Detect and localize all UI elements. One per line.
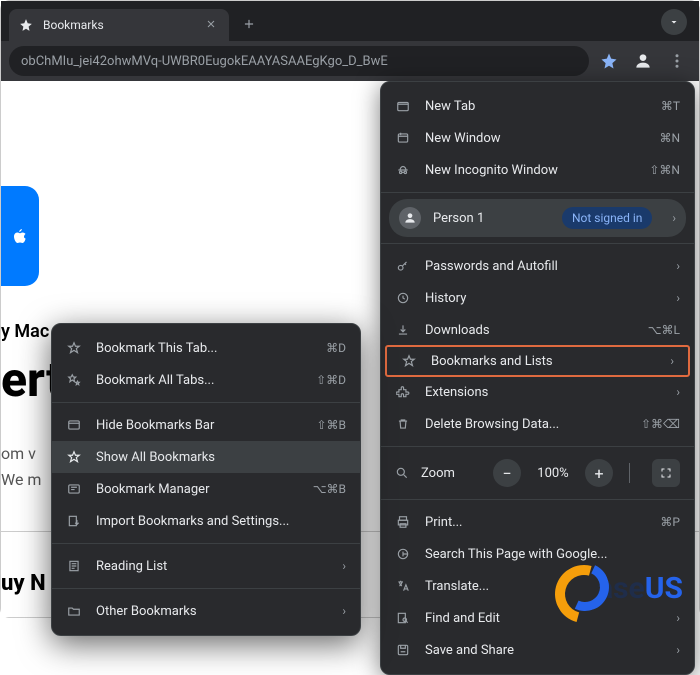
chevron-right-icon: › — [672, 211, 676, 225]
fullscreen-button[interactable] — [652, 459, 680, 487]
menu-bookmarks-lists[interactable]: Bookmarks and Lists › — [385, 345, 690, 377]
page-buy-frag: uy N — [1, 571, 46, 596]
print-icon — [395, 515, 411, 529]
zoom-value: 100% — [533, 466, 573, 481]
divider — [52, 543, 360, 544]
divider — [381, 243, 694, 244]
chevron-right-icon: › — [676, 611, 680, 625]
trash-icon — [395, 417, 411, 431]
download-icon — [395, 323, 411, 337]
zoom-row: Zoom − 100% + — [381, 453, 694, 493]
submenu-hide-bookmarks-bar[interactable]: Hide Bookmarks Bar ⇧⌘B — [52, 409, 360, 441]
find-icon — [395, 611, 411, 625]
chevron-right-icon: › — [670, 354, 674, 368]
chevron-right-icon: › — [342, 604, 346, 618]
menu-new-window[interactable]: New Window ⌘N — [381, 122, 694, 154]
puzzle-icon — [395, 385, 411, 399]
new-tab-button[interactable] — [237, 12, 261, 36]
submenu-reading-list[interactable]: Reading List › — [52, 550, 360, 582]
window-icon — [395, 131, 411, 145]
menu-downloads[interactable]: Downloads ⌥⌘L — [381, 314, 694, 346]
chevron-right-icon: › — [676, 643, 680, 657]
submenu-bookmark-this-tab[interactable]: Bookmark This Tab... ⌘D — [52, 332, 360, 364]
folder-icon — [66, 604, 82, 618]
zoom-out-button[interactable]: − — [493, 459, 521, 487]
kebab-menu-button[interactable] — [663, 47, 691, 75]
tab-strip: Bookmarks — [1, 1, 699, 41]
bookmarks-submenu: Bookmark This Tab... ⌘D Bookmark All Tab… — [51, 323, 361, 636]
page-sub-frag: om v We m — [1, 441, 41, 492]
zoom-in-button[interactable]: + — [585, 459, 613, 487]
save-icon — [395, 643, 411, 657]
chevron-right-icon: › — [676, 291, 680, 305]
easeus-swirl-icon — [555, 567, 601, 609]
bookmark-star-button[interactable] — [595, 47, 623, 75]
divider — [52, 402, 360, 403]
menu-print[interactable]: Print... ⌘P — [381, 506, 694, 538]
manager-icon — [66, 482, 82, 496]
translate-icon — [395, 579, 411, 593]
divider — [629, 463, 630, 483]
menu-incognito[interactable]: New Incognito Window ⇧⌘N — [381, 154, 694, 186]
chevron-right-icon: › — [342, 559, 346, 573]
star-plus-icon — [66, 341, 82, 355]
zoom-icon — [395, 466, 409, 480]
apple-logo-icon — [1, 186, 39, 286]
watermark-logo: aseUS — [555, 567, 683, 609]
close-tab-icon[interactable] — [205, 18, 219, 32]
bookmark-star-icon — [19, 18, 33, 32]
chevron-right-icon: › — [676, 385, 680, 399]
reading-list-icon — [66, 559, 82, 573]
import-icon — [66, 514, 82, 528]
menu-new-tab[interactable]: New Tab ⌘T — [381, 90, 694, 122]
tab-title: Bookmarks — [43, 18, 195, 32]
menu-save-share[interactable]: Save and Share › — [381, 634, 694, 666]
stars-icon — [66, 373, 82, 387]
address-bar: obChMIu_jei42ohwMVq-UWBR0EugokEAAYASAAEg… — [1, 41, 699, 81]
url-text: obChMIu_jei42ohwMVq-UWBR0EugokEAAYASAAEg… — [21, 54, 388, 69]
page-heading-frag: y Mac — [1, 321, 49, 342]
url-field[interactable]: obChMIu_jei42ohwMVq-UWBR0EugokEAAYASAAEg… — [9, 46, 589, 76]
window-expand-button[interactable] — [661, 9, 687, 35]
menu-search-page[interactable]: Search This Page with Google... — [381, 538, 694, 570]
menu-passwords[interactable]: Passwords and Autofill › — [381, 250, 694, 282]
submenu-other-bookmarks[interactable]: Other Bookmarks › — [52, 595, 360, 627]
divider — [381, 192, 694, 193]
menu-extensions[interactable]: Extensions › — [381, 376, 694, 408]
menu-delete-data[interactable]: Delete Browsing Data... ⇧⌘⌫ — [381, 408, 694, 440]
chevron-right-icon: › — [676, 259, 680, 273]
profile-button[interactable] — [629, 47, 657, 75]
signin-badge: Not signed in — [562, 207, 652, 229]
google-icon — [395, 547, 411, 561]
avatar-icon — [399, 207, 421, 229]
star-icon — [66, 450, 82, 464]
key-icon — [395, 259, 411, 273]
tab-icon — [395, 99, 411, 113]
submenu-import-bookmarks[interactable]: Import Bookmarks and Settings... — [52, 505, 360, 537]
divider — [381, 499, 694, 500]
divider — [381, 446, 694, 447]
history-icon — [395, 291, 411, 305]
browser-tab[interactable]: Bookmarks — [9, 9, 229, 41]
divider — [52, 588, 360, 589]
submenu-bookmark-manager[interactable]: Bookmark Manager ⌥⌘B — [52, 473, 360, 505]
menu-history[interactable]: History › — [381, 282, 694, 314]
submenu-show-all-bookmarks[interactable]: Show All Bookmarks — [52, 441, 360, 473]
profile-row[interactable]: Person 1 Not signed in › — [389, 199, 686, 237]
star-icon — [401, 354, 417, 368]
incognito-icon — [395, 163, 411, 177]
submenu-bookmark-all-tabs[interactable]: Bookmark All Tabs... ⇧⌘D — [52, 364, 360, 396]
bookmarks-bar-icon — [66, 418, 82, 432]
